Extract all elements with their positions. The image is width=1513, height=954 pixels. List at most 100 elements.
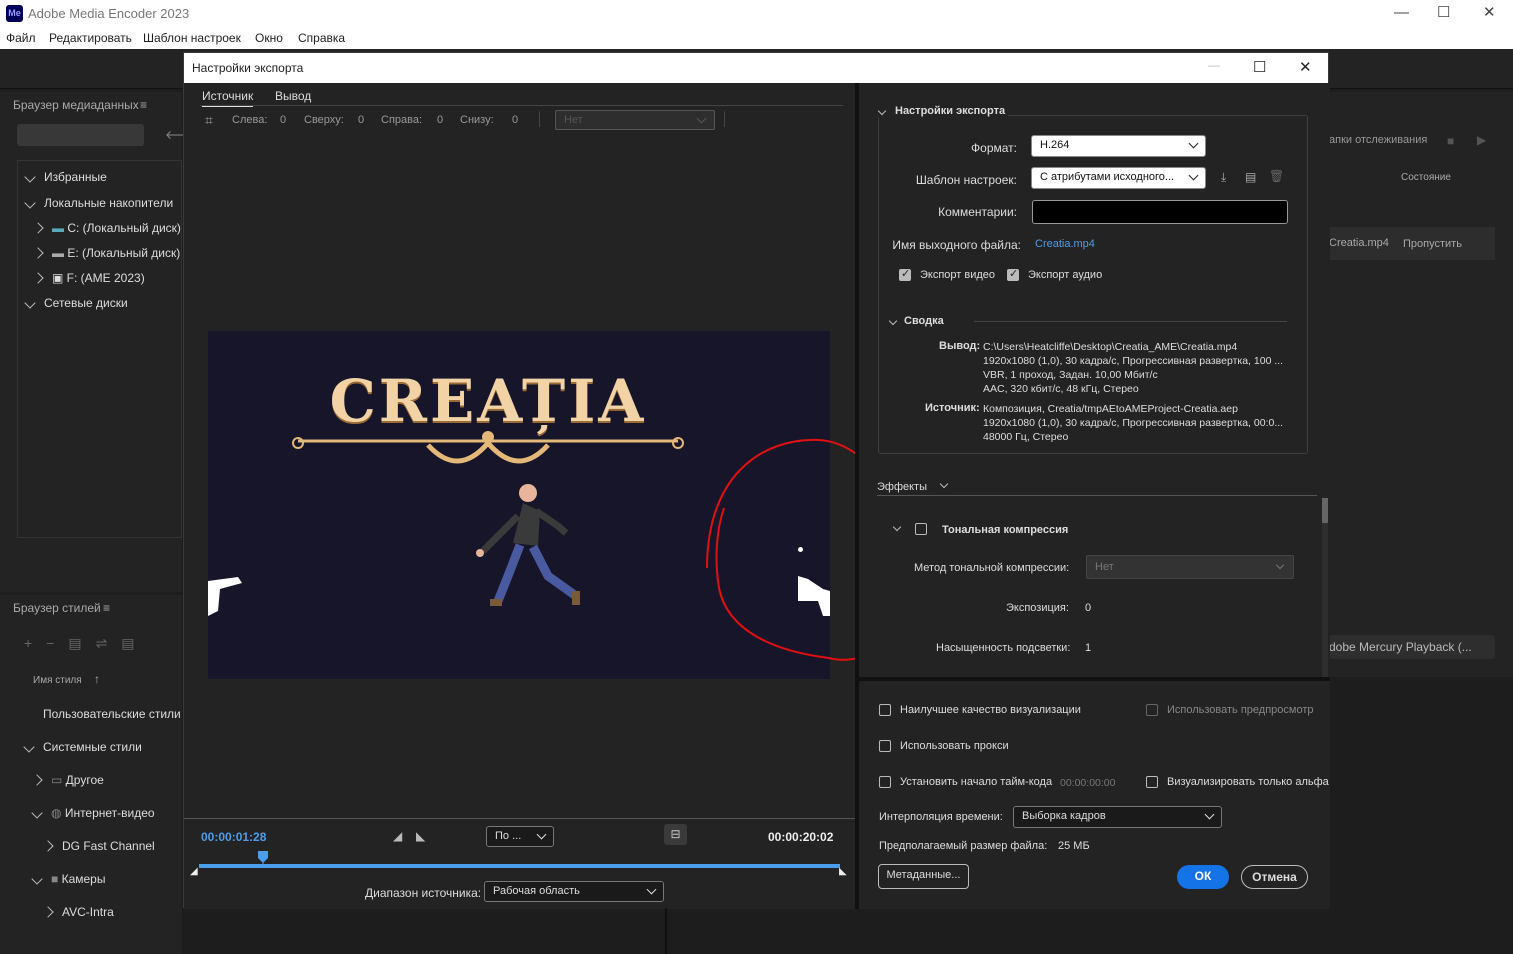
style-item[interactable]: ◍ Интернет-видео [31,806,155,820]
panel-menu-icon[interactable]: ≡ [103,601,110,615]
maximize-icon[interactable]: ☐ [1437,3,1450,21]
output-name-link[interactable]: Creatia.mp4 [1035,238,1095,250]
summary-line: 1920x1080 (1,0), 30 кадра/с, Прогрессивн… [983,417,1284,429]
effects-scrollbar[interactable] [1322,498,1328,678]
dialog-close-icon[interactable]: ✕ [1299,58,1312,76]
style-item[interactable]: Пользовательские стили и [43,707,183,721]
cancel-button[interactable]: Отмена [1241,865,1308,889]
timeline-track[interactable] [199,864,840,868]
tree-drive-f[interactable]: ▣ F: (AME 2023) [32,271,145,285]
crop-left-value[interactable]: 0 [280,114,286,126]
panel-menu-icon[interactable]: ≡ [140,98,147,112]
work-area-end-icon[interactable]: ◣ [839,866,847,877]
use-previews-label: Использовать предпросмотр [1167,704,1314,716]
alpha-checkbox[interactable] [1146,776,1158,788]
timeline-divider [184,818,857,819]
crop-top-value[interactable]: 0 [358,114,364,126]
mark-in-icon[interactable]: ◢ [393,829,402,843]
tree-local-drives[interactable]: Локальные накопители [24,196,173,210]
comments-input[interactable] [1032,200,1288,224]
minimize-icon[interactable]: — [1394,4,1409,21]
style-label: Камеры [61,872,106,886]
style-item[interactable]: Системные стили [23,740,142,754]
file-size-value: 25 МБ [1058,840,1090,852]
exposure-value[interactable]: 0 [1085,602,1091,614]
aspect-toggle-icon[interactable]: ⊟ [664,824,687,845]
highlight-value[interactable]: 1 [1085,642,1091,654]
dialog-title: Настройки экспорта [192,61,304,75]
hand-left-graphic [208,577,242,616]
current-timecode[interactable]: 00:00:01:28 [201,830,266,844]
source-range-dropdown[interactable]: Рабочая область [484,881,664,902]
export-settings-dialog: Настройки экспорта — ☐ ✕ Источник Вывод … [183,52,1330,909]
dialog-minimize-icon[interactable]: — [1208,58,1220,72]
style-item[interactable]: ■ Камеры [31,872,106,886]
tab-output[interactable]: Вывод [275,89,311,103]
location-dropdown[interactable] [17,124,144,146]
tree-drive-e[interactable]: ▬ E: (Локальный диск) [32,246,180,260]
tone-mapping-checkbox[interactable] [915,523,927,535]
style-item[interactable]: ▭ Другое [31,773,104,787]
metadata-button[interactable]: Метаданные... [878,864,969,889]
use-proxy-checkbox[interactable] [879,740,891,752]
column-style-name[interactable]: Имя стиля [33,675,82,686]
use-previews-checkbox[interactable] [1146,704,1158,716]
renderer-dropdown[interactable]: dobe Mercury Playback (... [1329,635,1495,659]
tree-drive-c[interactable]: ▬ C: (Локальный диск) [32,221,181,235]
play-icon[interactable]: ▶ [1477,133,1486,147]
queue-row[interactable]: Creatia.mp4 Пропустить [1329,227,1495,260]
summary-rule [974,321,1287,322]
effects-chevron-icon[interactable] [939,479,949,489]
menu-window[interactable]: Окно [255,31,283,45]
style-toolbar-icons[interactable]: +−▤⇌▤ [24,635,149,652]
style-item[interactable]: AVC-Intra [42,905,114,919]
export-audio-checkbox[interactable] [1007,267,1019,281]
camera-icon: ■ [51,872,62,886]
tab-effects[interactable]: Эффекты [877,481,928,496]
highlight-label: Насыщенность подсветки: [936,642,1071,654]
work-area-start-icon[interactable]: ◢ [190,866,198,877]
import-preset-icon[interactable]: ▤ [1245,170,1256,184]
playhead[interactable] [258,851,269,867]
ornament-graphic [292,431,684,464]
best-quality-checkbox[interactable] [879,704,891,716]
ok-button[interactable]: ОК [1177,865,1229,889]
menu-file[interactable]: Файл [6,31,36,45]
menu-preset[interactable]: Шаблон настроек [143,31,241,45]
crop-preset-value: Нет [564,114,583,126]
style-item[interactable]: DG Fast Channel [42,839,155,853]
format-dropdown[interactable]: H.264 [1031,135,1206,157]
crop-preset-dropdown[interactable]: Нет [555,110,715,130]
summary-header[interactable]: Сводка [888,315,944,327]
tree-label: C: (Локальный диск) [67,221,181,235]
crop-bottom-value[interactable]: 0 [512,114,518,126]
export-video-checkbox[interactable] [899,267,911,281]
window-titlebar: Me Adobe Media Encoder 2023 — ☐ ✕ [0,0,1513,28]
menu-help[interactable]: Справка [298,31,345,45]
export-settings-header[interactable]: Настройки экспорта [876,105,1009,117]
queue-panel: апки отслеживания ■ ▶ Состояние Creatia.… [1329,92,1513,677]
style-label: Системные стили [43,740,142,754]
scroll-thumb[interactable] [1322,498,1328,523]
sort-up-icon[interactable]: ↑ [94,672,100,686]
preset-dropdown[interactable]: С атрибутами исходного... [1031,167,1206,189]
panel-divider [665,908,667,954]
tone-chevron-icon[interactable] [892,522,902,532]
tone-method-dropdown[interactable]: Нет [1086,555,1294,579]
menu-edit[interactable]: Редактировать [49,31,132,45]
tree-network[interactable]: Сетевые диски [24,296,128,310]
delete-preset-icon[interactable]: 🗑 [1269,169,1284,183]
dialog-maximize-icon[interactable]: ☐ [1253,58,1266,76]
timecode-value[interactable]: 00:00:00:00 [1060,777,1115,789]
crop-icon[interactable]: ⌗ [205,112,213,129]
summary-line: VBR, 1 проход, Задан. 10,00 Мбит/с [983,369,1158,381]
tree-favorites[interactable]: Избранные [24,170,107,184]
timecode-checkbox[interactable] [879,776,891,788]
stop-icon[interactable]: ■ [1447,134,1454,148]
mark-out-icon[interactable]: ◣ [416,829,425,843]
crop-right-value[interactable]: 0 [437,114,443,126]
interp-dropdown[interactable]: Выборка кадров [1013,806,1222,828]
fit-dropdown[interactable]: По ... [486,826,554,847]
close-icon[interactable]: ✕ [1483,3,1496,21]
save-preset-icon[interactable]: ⤓ [1221,170,1226,185]
